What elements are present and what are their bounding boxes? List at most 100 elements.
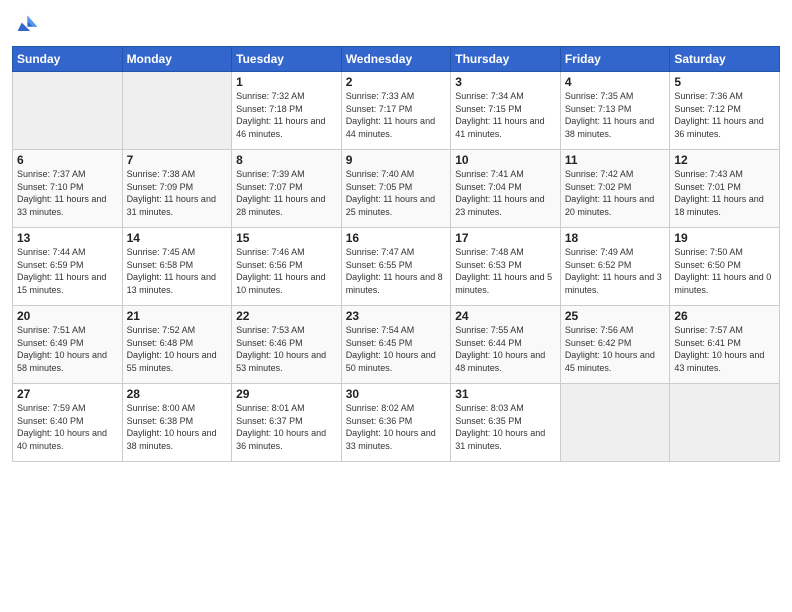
day-cell (670, 384, 780, 462)
day-info: Sunrise: 7:50 AMSunset: 6:50 PMDaylight:… (674, 246, 775, 296)
day-cell: 13 Sunrise: 7:44 AMSunset: 6:59 PMDaylig… (13, 228, 123, 306)
header-row: Sunday Monday Tuesday Wednesday Thursday… (13, 47, 780, 72)
day-info: Sunrise: 7:39 AMSunset: 7:07 PMDaylight:… (236, 168, 337, 218)
day-number: 23 (346, 309, 447, 323)
day-info: Sunrise: 7:36 AMSunset: 7:12 PMDaylight:… (674, 90, 775, 140)
day-info: Sunrise: 7:56 AMSunset: 6:42 PMDaylight:… (565, 324, 666, 374)
day-info: Sunrise: 7:45 AMSunset: 6:58 PMDaylight:… (127, 246, 228, 296)
week-row-5: 27 Sunrise: 7:59 AMSunset: 6:40 PMDaylig… (13, 384, 780, 462)
calendar-table: Sunday Monday Tuesday Wednesday Thursday… (12, 46, 780, 462)
day-number: 31 (455, 387, 556, 401)
col-friday: Friday (560, 47, 670, 72)
day-cell (13, 72, 123, 150)
day-info: Sunrise: 8:03 AMSunset: 6:35 PMDaylight:… (455, 402, 556, 452)
day-number: 11 (565, 153, 666, 167)
day-cell: 2 Sunrise: 7:33 AMSunset: 7:17 PMDayligh… (341, 72, 451, 150)
day-info: Sunrise: 7:59 AMSunset: 6:40 PMDaylight:… (17, 402, 118, 452)
day-number: 4 (565, 75, 666, 89)
day-info: Sunrise: 7:35 AMSunset: 7:13 PMDaylight:… (565, 90, 666, 140)
day-info: Sunrise: 7:51 AMSunset: 6:49 PMDaylight:… (17, 324, 118, 374)
day-number: 15 (236, 231, 337, 245)
day-number: 27 (17, 387, 118, 401)
day-info: Sunrise: 7:44 AMSunset: 6:59 PMDaylight:… (17, 246, 118, 296)
day-cell (560, 384, 670, 462)
day-cell: 21 Sunrise: 7:52 AMSunset: 6:48 PMDaylig… (122, 306, 232, 384)
week-row-4: 20 Sunrise: 7:51 AMSunset: 6:49 PMDaylig… (13, 306, 780, 384)
day-info: Sunrise: 7:38 AMSunset: 7:09 PMDaylight:… (127, 168, 228, 218)
day-info: Sunrise: 7:33 AMSunset: 7:17 PMDaylight:… (346, 90, 447, 140)
day-cell: 16 Sunrise: 7:47 AMSunset: 6:55 PMDaylig… (341, 228, 451, 306)
day-cell: 6 Sunrise: 7:37 AMSunset: 7:10 PMDayligh… (13, 150, 123, 228)
day-cell: 20 Sunrise: 7:51 AMSunset: 6:49 PMDaylig… (13, 306, 123, 384)
day-number: 24 (455, 309, 556, 323)
week-row-2: 6 Sunrise: 7:37 AMSunset: 7:10 PMDayligh… (13, 150, 780, 228)
calendar-container: Sunday Monday Tuesday Wednesday Thursday… (0, 0, 792, 470)
day-number: 13 (17, 231, 118, 245)
day-info: Sunrise: 8:01 AMSunset: 6:37 PMDaylight:… (236, 402, 337, 452)
day-cell: 26 Sunrise: 7:57 AMSunset: 6:41 PMDaylig… (670, 306, 780, 384)
day-cell: 1 Sunrise: 7:32 AMSunset: 7:18 PMDayligh… (232, 72, 342, 150)
day-cell: 27 Sunrise: 7:59 AMSunset: 6:40 PMDaylig… (13, 384, 123, 462)
day-cell: 11 Sunrise: 7:42 AMSunset: 7:02 PMDaylig… (560, 150, 670, 228)
day-info: Sunrise: 8:02 AMSunset: 6:36 PMDaylight:… (346, 402, 447, 452)
day-info: Sunrise: 7:47 AMSunset: 6:55 PMDaylight:… (346, 246, 447, 296)
day-info: Sunrise: 7:40 AMSunset: 7:05 PMDaylight:… (346, 168, 447, 218)
day-number: 22 (236, 309, 337, 323)
day-cell: 3 Sunrise: 7:34 AMSunset: 7:15 PMDayligh… (451, 72, 561, 150)
day-info: Sunrise: 7:37 AMSunset: 7:10 PMDaylight:… (17, 168, 118, 218)
day-info: Sunrise: 7:49 AMSunset: 6:52 PMDaylight:… (565, 246, 666, 296)
day-info: Sunrise: 7:32 AMSunset: 7:18 PMDaylight:… (236, 90, 337, 140)
day-cell: 22 Sunrise: 7:53 AMSunset: 6:46 PMDaylig… (232, 306, 342, 384)
day-info: Sunrise: 7:55 AMSunset: 6:44 PMDaylight:… (455, 324, 556, 374)
day-info: Sunrise: 7:46 AMSunset: 6:56 PMDaylight:… (236, 246, 337, 296)
logo (12, 10, 44, 38)
day-info: Sunrise: 7:41 AMSunset: 7:04 PMDaylight:… (455, 168, 556, 218)
day-number: 20 (17, 309, 118, 323)
day-number: 1 (236, 75, 337, 89)
day-number: 10 (455, 153, 556, 167)
day-number: 5 (674, 75, 775, 89)
day-info: Sunrise: 7:52 AMSunset: 6:48 PMDaylight:… (127, 324, 228, 374)
col-thursday: Thursday (451, 47, 561, 72)
day-info: Sunrise: 7:57 AMSunset: 6:41 PMDaylight:… (674, 324, 775, 374)
day-cell: 7 Sunrise: 7:38 AMSunset: 7:09 PMDayligh… (122, 150, 232, 228)
day-cell: 8 Sunrise: 7:39 AMSunset: 7:07 PMDayligh… (232, 150, 342, 228)
col-saturday: Saturday (670, 47, 780, 72)
week-row-1: 1 Sunrise: 7:32 AMSunset: 7:18 PMDayligh… (13, 72, 780, 150)
day-info: Sunrise: 7:43 AMSunset: 7:01 PMDaylight:… (674, 168, 775, 218)
day-cell: 30 Sunrise: 8:02 AMSunset: 6:36 PMDaylig… (341, 384, 451, 462)
day-number: 30 (346, 387, 447, 401)
day-number: 14 (127, 231, 228, 245)
day-cell: 10 Sunrise: 7:41 AMSunset: 7:04 PMDaylig… (451, 150, 561, 228)
day-number: 12 (674, 153, 775, 167)
day-cell: 28 Sunrise: 8:00 AMSunset: 6:38 PMDaylig… (122, 384, 232, 462)
day-number: 3 (455, 75, 556, 89)
day-cell: 23 Sunrise: 7:54 AMSunset: 6:45 PMDaylig… (341, 306, 451, 384)
day-cell: 18 Sunrise: 7:49 AMSunset: 6:52 PMDaylig… (560, 228, 670, 306)
day-number: 26 (674, 309, 775, 323)
day-number: 17 (455, 231, 556, 245)
day-cell: 5 Sunrise: 7:36 AMSunset: 7:12 PMDayligh… (670, 72, 780, 150)
day-cell: 24 Sunrise: 7:55 AMSunset: 6:44 PMDaylig… (451, 306, 561, 384)
day-number: 29 (236, 387, 337, 401)
day-cell: 17 Sunrise: 7:48 AMSunset: 6:53 PMDaylig… (451, 228, 561, 306)
day-number: 28 (127, 387, 228, 401)
day-cell: 12 Sunrise: 7:43 AMSunset: 7:01 PMDaylig… (670, 150, 780, 228)
day-number: 19 (674, 231, 775, 245)
day-number: 6 (17, 153, 118, 167)
header (12, 10, 780, 38)
day-number: 21 (127, 309, 228, 323)
day-cell: 29 Sunrise: 8:01 AMSunset: 6:37 PMDaylig… (232, 384, 342, 462)
day-cell: 25 Sunrise: 7:56 AMSunset: 6:42 PMDaylig… (560, 306, 670, 384)
day-info: Sunrise: 7:42 AMSunset: 7:02 PMDaylight:… (565, 168, 666, 218)
col-wednesday: Wednesday (341, 47, 451, 72)
day-cell: 14 Sunrise: 7:45 AMSunset: 6:58 PMDaylig… (122, 228, 232, 306)
logo-icon (12, 10, 40, 38)
day-info: Sunrise: 7:53 AMSunset: 6:46 PMDaylight:… (236, 324, 337, 374)
week-row-3: 13 Sunrise: 7:44 AMSunset: 6:59 PMDaylig… (13, 228, 780, 306)
col-monday: Monday (122, 47, 232, 72)
day-number: 7 (127, 153, 228, 167)
day-cell: 19 Sunrise: 7:50 AMSunset: 6:50 PMDaylig… (670, 228, 780, 306)
day-number: 16 (346, 231, 447, 245)
day-number: 18 (565, 231, 666, 245)
